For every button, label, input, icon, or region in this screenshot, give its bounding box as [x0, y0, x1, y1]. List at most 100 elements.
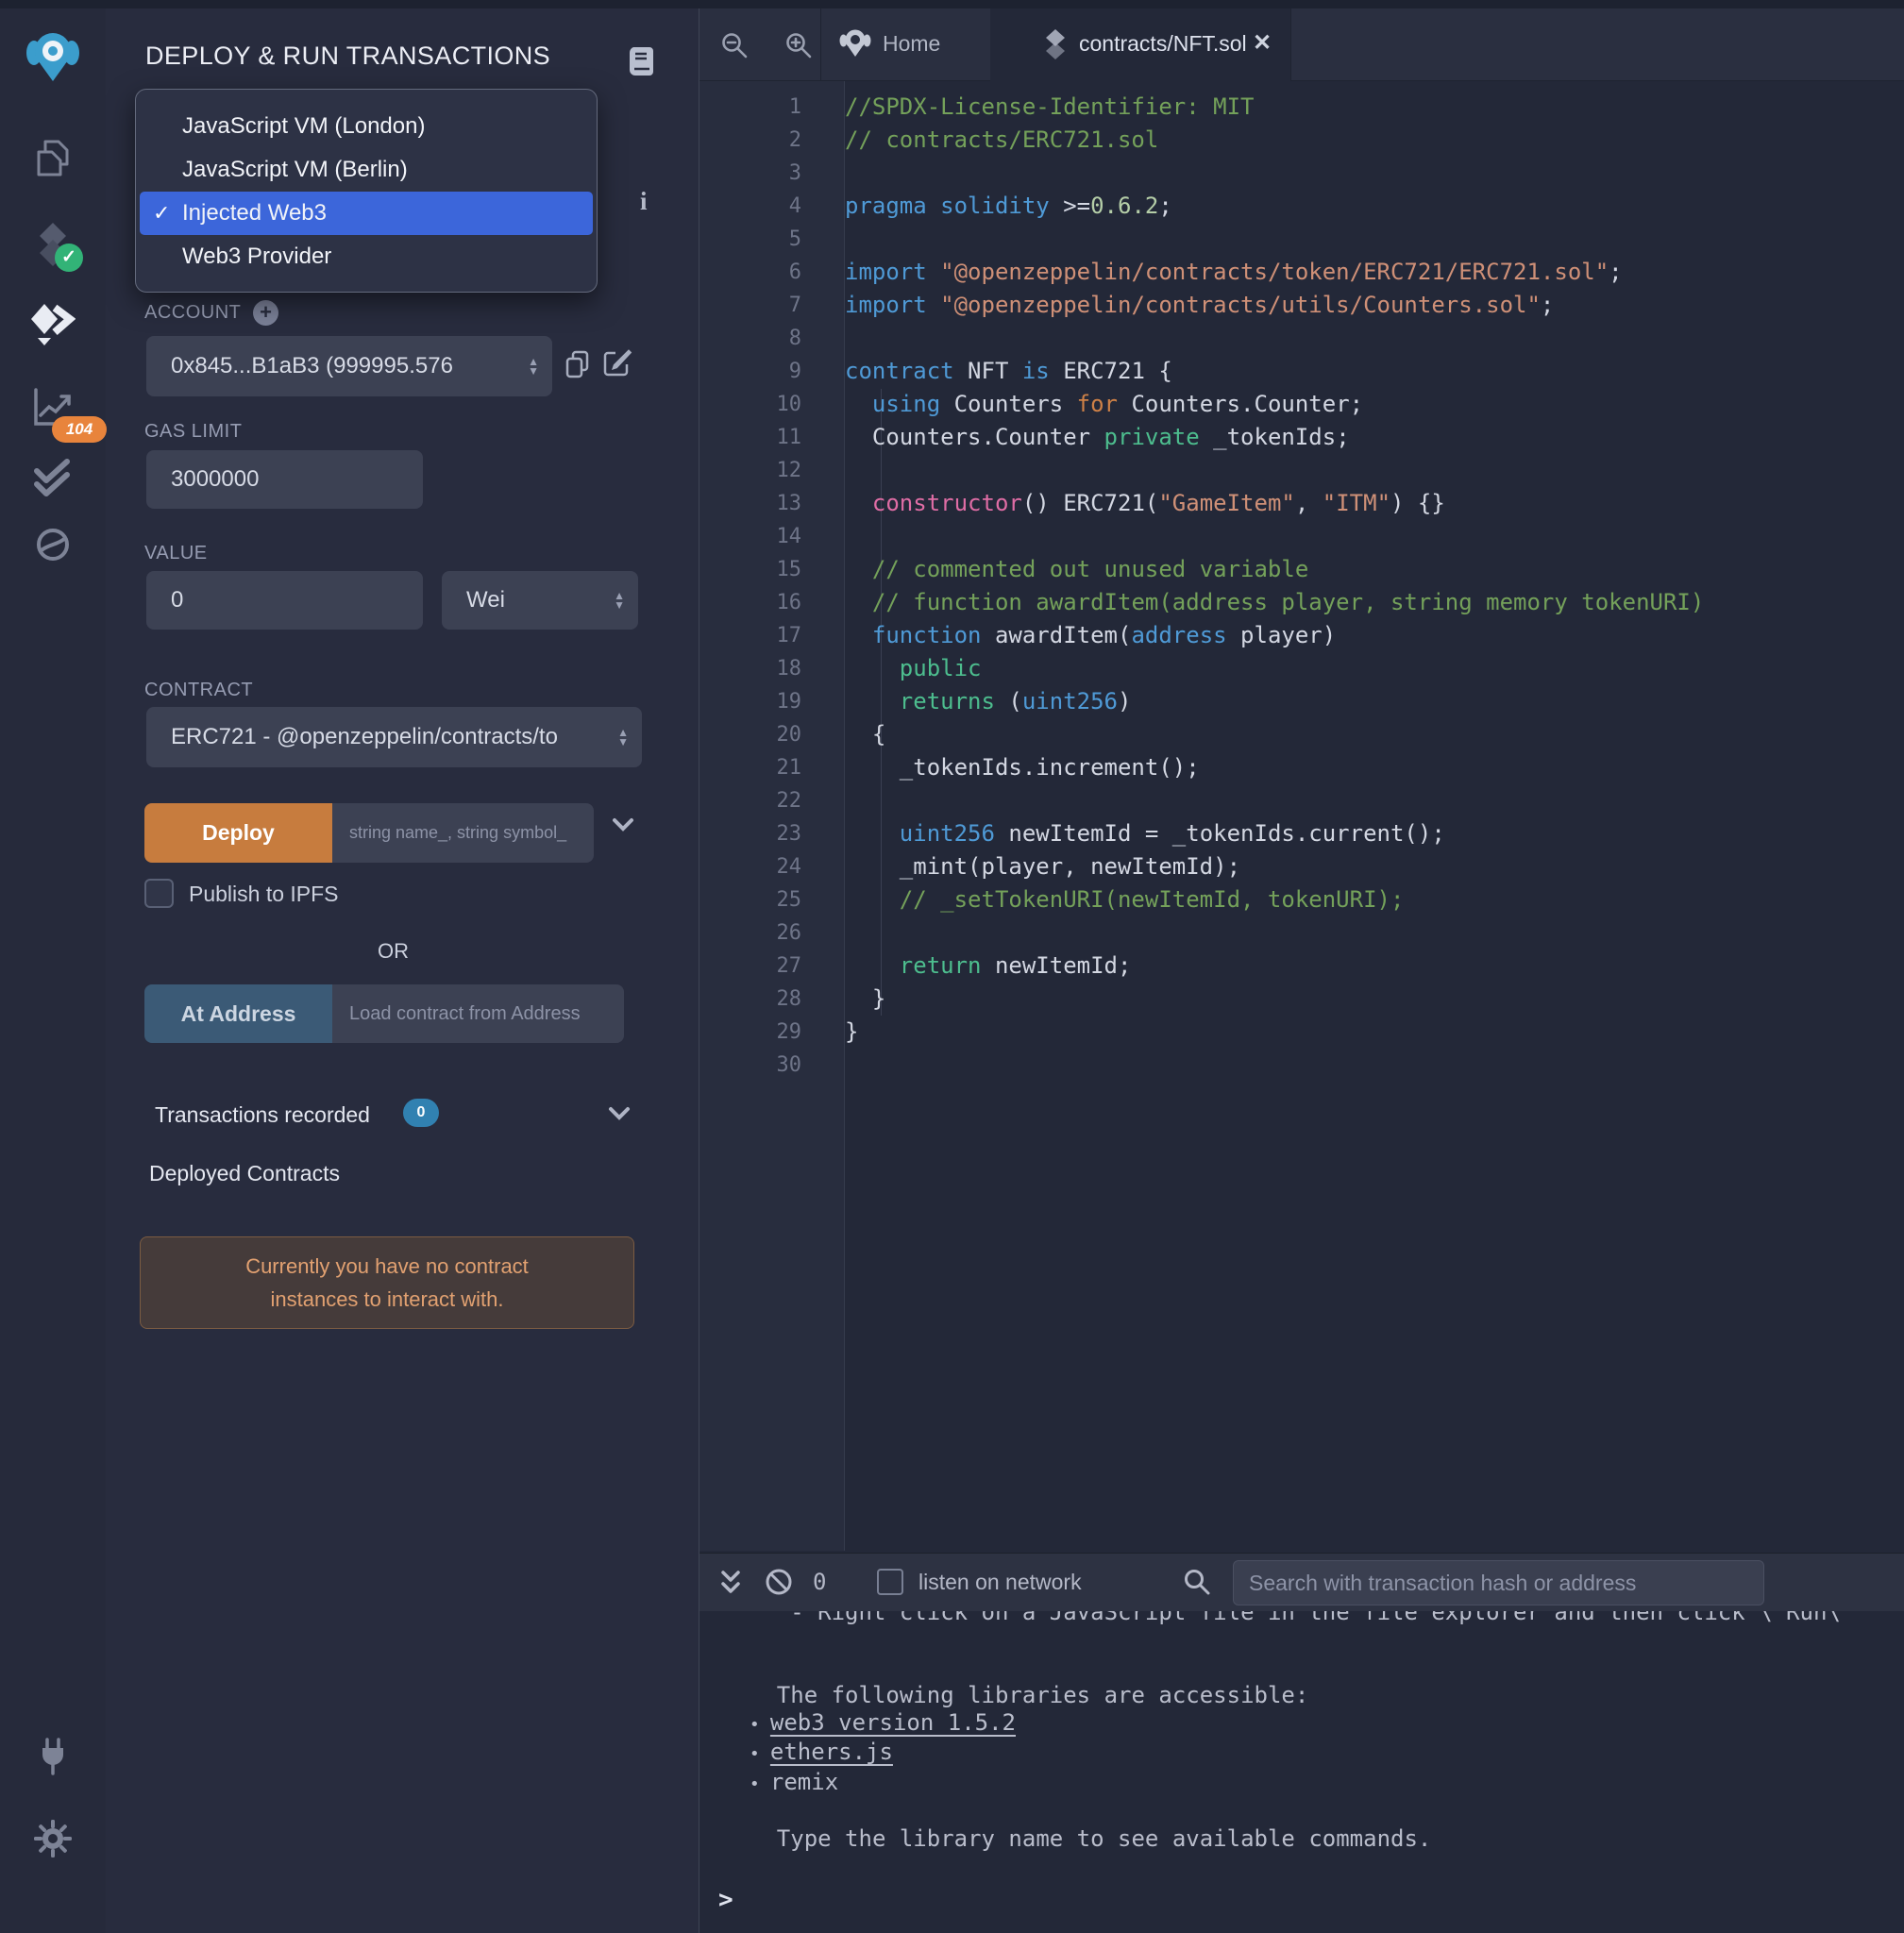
code-line[interactable]: 4pragma solidity >=0.6.2; — [699, 190, 1904, 223]
code-line[interactable]: 10 using Counters for Counters.Counter; — [699, 388, 1904, 421]
chevron-down-icon[interactable] — [612, 817, 634, 832]
terminal-output[interactable]: - Right click on a JavaScript file in th… — [699, 1611, 1904, 1933]
code-line[interactable]: 12 — [699, 454, 1904, 487]
expand-terminal-icon[interactable] — [718, 1569, 743, 1597]
sidebar-item-deploy-run[interactable] — [0, 302, 106, 345]
code-line[interactable]: 17 function awardItem(address player) — [699, 619, 1904, 652]
env-option[interactable]: ✓Injected Web3 — [140, 192, 593, 235]
sidebar-item-debugger[interactable] — [0, 525, 106, 564]
code-line[interactable]: 21 _tokenIds.increment(); — [699, 751, 1904, 784]
check-icon: ✓ — [153, 192, 170, 235]
line-number: 17 — [699, 619, 845, 652]
code-line[interactable]: 7import "@openzeppelin/contracts/utils/C… — [699, 289, 1904, 322]
remix-logo[interactable] — [0, 28, 106, 85]
at-address-button[interactable]: At Address — [144, 984, 332, 1043]
environment-info-icon[interactable]: i — [640, 187, 648, 216]
code-line[interactable]: 25 // _setTokenURI(newItemId, tokenURI); — [699, 883, 1904, 916]
code-line[interactable]: 3 — [699, 157, 1904, 190]
code-line[interactable]: 14 — [699, 520, 1904, 553]
sidebar-item-solidity-compiler[interactable] — [0, 221, 106, 268]
at-address-input[interactable] — [332, 984, 624, 1043]
stepper-icon[interactable]: ▲▼ — [528, 357, 539, 376]
stepper-icon[interactable]: ▲▼ — [617, 728, 629, 747]
line-number: 21 — [699, 751, 845, 784]
deploy-args-input[interactable] — [332, 803, 594, 863]
code-line[interactable]: 27 return newItemId; — [699, 950, 1904, 983]
code-text: import "@openzeppelin/contracts/utils/Co… — [845, 289, 1554, 322]
terminal-search-input[interactable] — [1233, 1560, 1764, 1605]
icon-rail: ✓ 104 — [0, 0, 106, 1933]
line-number: 1 — [699, 91, 845, 124]
code-line[interactable]: 30 — [699, 1049, 1904, 1082]
warning-text: instances to interact with. — [141, 1283, 633, 1316]
stepper-icon[interactable]: ▲▼ — [614, 591, 625, 610]
value-unit-select[interactable]: Wei ▲▼ — [442, 571, 638, 630]
code-line[interactable]: 2// contracts/ERC721.sol — [699, 124, 1904, 157]
code-text: function awardItem(address player) — [845, 619, 1336, 652]
sidebar-item-verified-badges[interactable] — [0, 459, 106, 498]
code-line[interactable]: 24 _mint(player, newItemId); — [699, 850, 1904, 883]
code-line[interactable]: 9contract NFT is ERC721 { — [699, 355, 1904, 388]
documentation-book-icon[interactable] — [627, 45, 655, 77]
env-option[interactable]: Web3 Provider — [136, 235, 597, 278]
editor-area: Home contracts/NFT.sol ✕ 1//SPDX-License… — [699, 0, 1904, 1933]
add-account-icon[interactable]: + — [253, 300, 278, 326]
code-text: // contracts/ERC721.sol — [845, 124, 1158, 157]
terminal-line: - Right click on a JavaScript file in th… — [722, 1611, 1904, 1626]
code-line[interactable]: 29} — [699, 1016, 1904, 1049]
code-line[interactable]: 20 { — [699, 718, 1904, 751]
deploy-button[interactable]: Deploy — [144, 803, 332, 863]
copy-account-icon[interactable] — [564, 349, 591, 379]
env-option[interactable]: JavaScript VM (London) — [136, 105, 597, 148]
chevron-down-icon[interactable] — [608, 1106, 631, 1121]
env-option[interactable]: JavaScript VM (Berlin) — [136, 148, 597, 192]
sidebar-item-file-explorer[interactable] — [0, 138, 106, 183]
line-number: 28 — [699, 983, 845, 1016]
publish-ipfs-label: Publish to IPFS — [189, 882, 339, 907]
line-number: 25 — [699, 883, 845, 916]
listen-network-checkbox[interactable] — [877, 1569, 903, 1595]
code-line[interactable]: 1//SPDX-License-Identifier: MIT — [699, 91, 1904, 124]
terminal-link[interactable]: ethers.js — [770, 1739, 893, 1765]
terminal-line — [722, 1798, 1904, 1825]
terminal-prompt[interactable]: > — [718, 1886, 733, 1914]
contract-select[interactable]: ERC721 - @openzeppelin/contracts/to ▲▼ — [146, 707, 642, 767]
edit-account-icon[interactable] — [602, 347, 632, 378]
close-icon[interactable]: ✕ — [1253, 29, 1272, 57]
sidebar-item-plugin-manager[interactable] — [0, 1735, 106, 1778]
code-line[interactable]: 8 — [699, 322, 1904, 355]
transactions-recorded-label: Transactions recorded — [155, 1102, 370, 1128]
tab-contracts-nft-sol[interactable]: contracts/NFT.sol ✕ — [990, 8, 1290, 82]
code-line[interactable]: 11 Counters.Counter private _tokenIds; — [699, 421, 1904, 454]
code-line[interactable]: 23 uint256 newItemId = _tokenIds.current… — [699, 817, 1904, 850]
code-line[interactable]: 5 — [699, 223, 1904, 256]
account-select[interactable]: 0x845...B1aB3 (999995.576 ▲▼ — [146, 336, 552, 396]
contract-label: CONTRACT — [144, 680, 253, 701]
publish-ipfs-checkbox[interactable] — [144, 879, 174, 908]
code-editor[interactable]: 1//SPDX-License-Identifier: MIT2// contr… — [699, 91, 1904, 1082]
line-number: 13 — [699, 487, 845, 520]
code-line[interactable]: 22 — [699, 784, 1904, 817]
code-line[interactable]: 15 // commented out unused variable — [699, 553, 1904, 586]
code-line[interactable]: 6import "@openzeppelin/contracts/token/E… — [699, 256, 1904, 289]
transactions-count-badge: 0 — [403, 1099, 439, 1127]
zoom-out-icon[interactable] — [720, 31, 749, 59]
sidebar-item-settings[interactable] — [0, 1818, 106, 1859]
value-input[interactable]: 0 — [146, 571, 423, 630]
code-line[interactable]: 16 // function awardItem(address player,… — [699, 586, 1904, 619]
terminal-link[interactable]: web3 version 1.5.2 — [770, 1709, 1016, 1736]
code-line[interactable]: 18 public — [699, 652, 1904, 685]
code-line[interactable]: 13 constructor() ERC721("GameItem", "ITM… — [699, 487, 1904, 520]
code-line[interactable]: 28 } — [699, 983, 1904, 1016]
line-number: 26 — [699, 916, 845, 950]
code-line[interactable]: 19 returns (uint256) — [699, 685, 1904, 718]
tab-home[interactable]: Home — [883, 31, 940, 57]
code-text: uint256 newItemId = _tokenIds.current(); — [845, 817, 1445, 850]
gas-limit-input[interactable]: 3000000 — [146, 450, 423, 509]
code-line[interactable]: 26 — [699, 916, 1904, 950]
zoom-in-icon[interactable] — [784, 31, 813, 59]
terminal-line: The following libraries are accessible: — [722, 1682, 1904, 1709]
clear-terminal-icon[interactable] — [764, 1567, 794, 1597]
value-amount: 0 — [171, 587, 183, 614]
deploy-run-panel: DEPLOY & RUN TRANSACTIONS i JavaScript V… — [106, 0, 699, 1933]
